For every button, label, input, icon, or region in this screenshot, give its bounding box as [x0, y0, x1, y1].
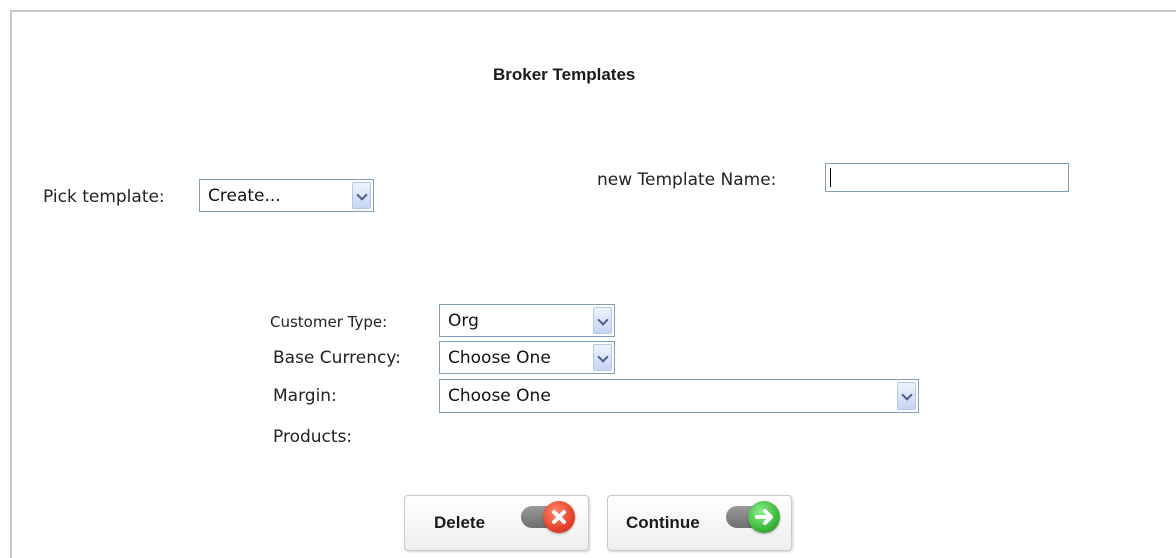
pick-template-label: Pick template:: [43, 187, 165, 207]
customer-type-value: Org: [448, 310, 479, 331]
delete-button[interactable]: Delete: [404, 495, 589, 551]
template-name-label: new Template Name:: [597, 170, 777, 190]
chevron-down-icon[interactable]: [352, 182, 371, 209]
text-caret: [830, 168, 831, 187]
close-icon: [543, 501, 575, 533]
template-name-input[interactable]: [825, 163, 1069, 192]
customer-type-label: Customer Type:: [270, 313, 388, 331]
delete-button-label: Delete: [434, 513, 486, 532]
base-currency-value: Choose One: [448, 347, 551, 368]
chevron-down-icon[interactable]: [593, 307, 612, 334]
pick-template-select[interactable]: Create...: [199, 179, 374, 212]
margin-value: Choose One: [448, 386, 551, 406]
base-currency-select[interactable]: Choose One: [439, 341, 615, 374]
base-currency-label: Base Currency:: [273, 348, 401, 368]
margin-label: Margin:: [273, 386, 337, 406]
customer-type-select[interactable]: Org: [439, 304, 615, 337]
continue-button-label: Continue: [626, 513, 700, 532]
pick-template-value: Create...: [208, 185, 281, 206]
chevron-down-icon[interactable]: [897, 382, 916, 410]
products-label: Products:: [273, 427, 353, 447]
page-title: Broker Templates: [493, 65, 636, 84]
chevron-down-icon[interactable]: [593, 344, 612, 371]
page-frame: [10, 10, 1176, 558]
continue-button[interactable]: Continue: [607, 495, 792, 551]
arrow-right-icon: [748, 501, 780, 533]
margin-select[interactable]: Choose One: [439, 379, 919, 413]
